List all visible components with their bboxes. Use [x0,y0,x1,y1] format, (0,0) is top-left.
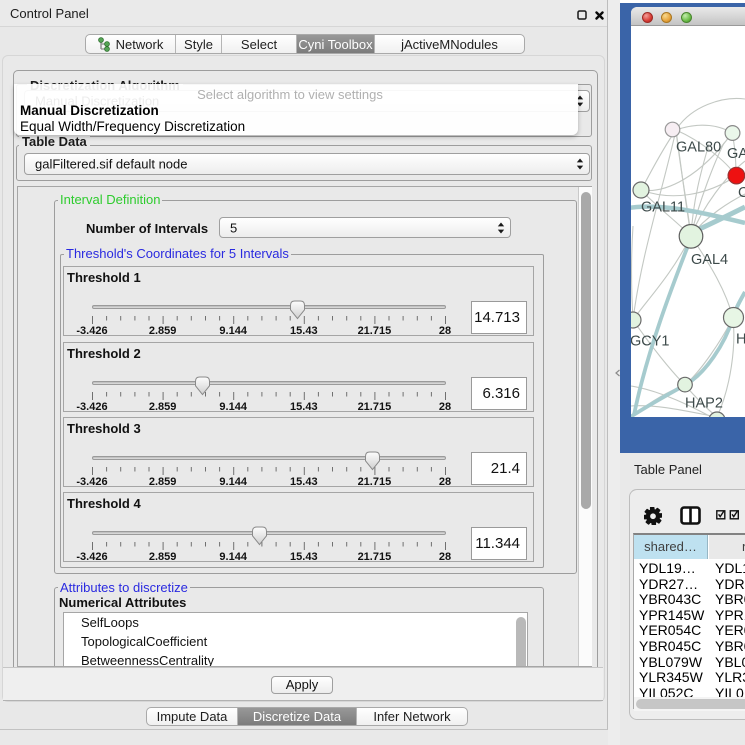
svg-text:GA: GA [727,146,745,162]
svg-text:HAP2: HAP2 [685,395,723,411]
svg-text:GAL11: GAL11 [641,200,685,216]
svg-text:GAL80: GAL80 [676,140,721,156]
svg-text:GCY1: GCY1 [631,333,670,349]
svg-text:GAL4: GAL4 [691,252,728,268]
svg-text:C: C [738,185,745,201]
svg-text:H: H [736,331,745,347]
